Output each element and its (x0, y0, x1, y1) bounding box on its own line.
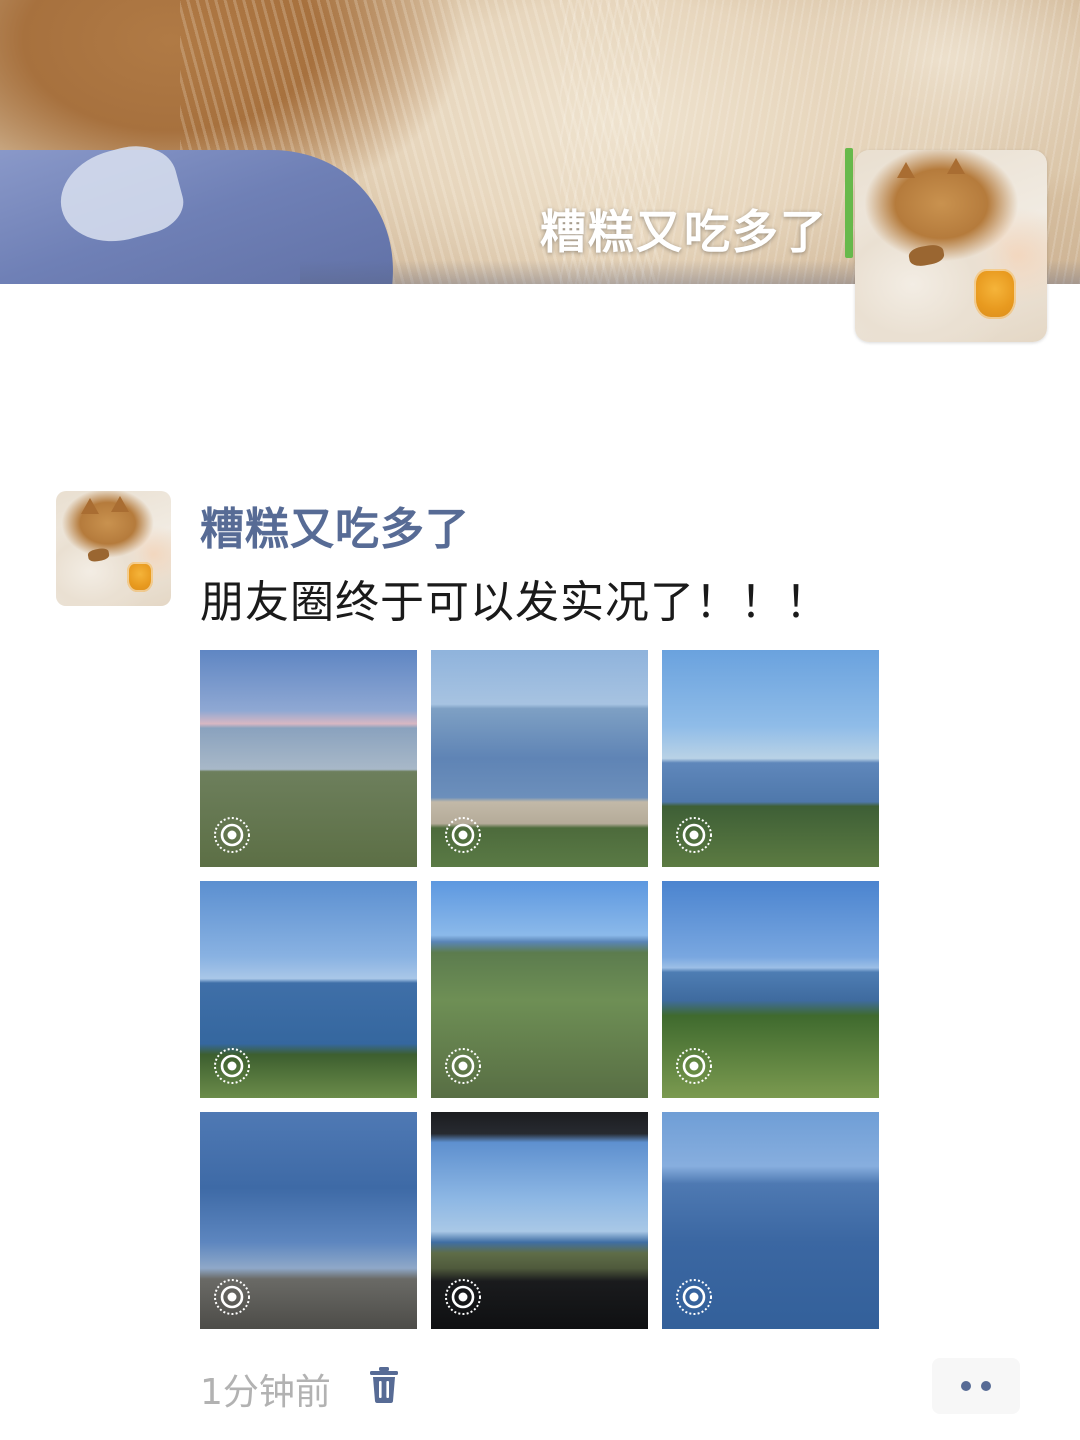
more-dots-icon (981, 1381, 991, 1391)
photo-thumbnail[interactable] (431, 1112, 648, 1329)
live-photo-icon (214, 817, 250, 853)
profile-name: 糟糕又吃多了 (540, 205, 828, 259)
post-text: 朋友圈终于可以发实况了！！！ (200, 577, 830, 628)
photo-thumbnail[interactable] (200, 881, 417, 1098)
photo-thumbnail[interactable] (431, 881, 648, 1098)
cat-photo (56, 491, 171, 606)
photo-thumbnail[interactable] (662, 881, 879, 1098)
photo-thumbnail[interactable] (662, 1112, 879, 1329)
profile-avatar[interactable] (855, 150, 1047, 342)
photo-thumbnail[interactable] (200, 1112, 417, 1329)
cat-photo (855, 150, 1047, 342)
photo-thumbnail[interactable] (662, 650, 879, 867)
post-author-name[interactable]: 糟糕又吃多了 (200, 493, 470, 557)
post-author-avatar[interactable] (56, 491, 171, 606)
live-photo-icon (214, 1279, 250, 1315)
trash-icon[interactable] (368, 1366, 400, 1404)
more-button[interactable] (932, 1358, 1020, 1414)
photo-grid (200, 650, 879, 1329)
live-photo-icon (445, 1279, 481, 1315)
live-photo-icon (214, 1048, 250, 1084)
live-photo-icon (676, 817, 712, 853)
live-photo-icon (676, 1279, 712, 1315)
live-photo-icon (445, 1048, 481, 1084)
more-dots-icon (961, 1381, 971, 1391)
live-photo-icon (445, 817, 481, 853)
photo-thumbnail[interactable] (200, 650, 417, 867)
avatar-accent (845, 148, 853, 258)
live-photo-icon (676, 1048, 712, 1084)
photo-thumbnail[interactable] (431, 650, 648, 867)
post-time: 1分钟前 (200, 1372, 331, 1413)
